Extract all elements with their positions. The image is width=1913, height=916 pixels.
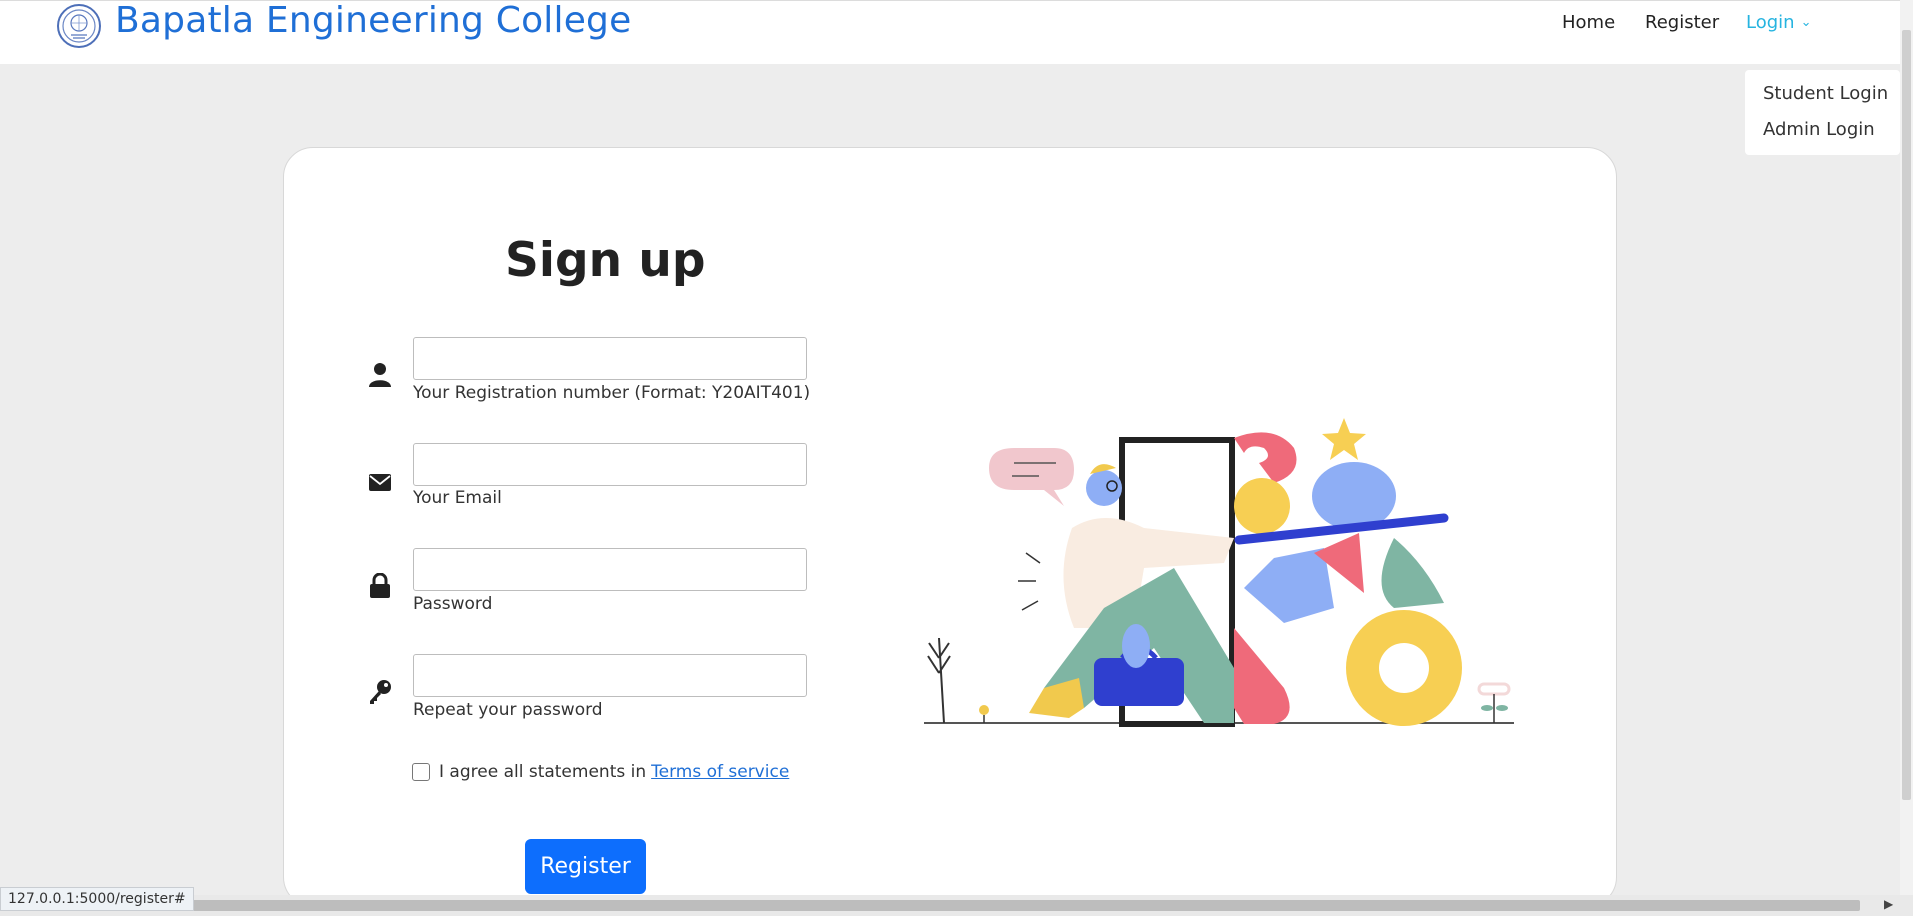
user-icon (369, 363, 391, 387)
status-bar-url: 127.0.0.1:5000/register# (0, 887, 194, 911)
register-button[interactable]: Register (525, 839, 646, 894)
terms-agreement: I agree all statements in Terms of servi… (412, 762, 789, 782)
vertical-scrollbar[interactable] (1900, 0, 1913, 895)
email-input[interactable] (413, 443, 807, 486)
repeat-password-hint: Repeat your password (413, 700, 603, 720)
horizontal-scrollbar[interactable]: ▶ (0, 895, 1913, 916)
nav-home-link[interactable]: Home (1562, 12, 1615, 34)
envelope-icon (369, 474, 391, 491)
key-icon (370, 680, 391, 704)
scroll-right-arrow-icon[interactable]: ▶ (1884, 897, 1893, 911)
horizontal-scrollbar-thumb[interactable] (0, 900, 1860, 911)
nav-login-label: Login (1746, 12, 1795, 33)
signup-card: Sign up Your Registration number (Format… (283, 147, 1617, 907)
login-dropdown-menu: Student Login Admin Login (1745, 70, 1900, 155)
vertical-scrollbar-thumb[interactable] (1902, 30, 1911, 800)
repeat-password-input[interactable] (413, 654, 807, 697)
registration-number-input[interactable] (413, 337, 807, 380)
nav-register-link[interactable]: Register (1645, 12, 1719, 34)
student-login-link[interactable]: Student Login (1763, 83, 1888, 105)
terms-checkbox[interactable] (412, 763, 430, 781)
email-hint: Your Email (413, 488, 502, 508)
terms-of-service-link[interactable]: Terms of service (651, 762, 789, 782)
registration-number-hint: Your Registration number (Format: Y20AIT… (413, 383, 811, 403)
college-logo-icon[interactable] (56, 3, 102, 49)
nav-login-dropdown-toggle[interactable]: Login ⌄ (1746, 12, 1811, 34)
password-hint: Password (413, 594, 493, 614)
terms-agreement-label: I agree all statements in (439, 762, 647, 782)
chevron-down-icon: ⌄ (1800, 15, 1812, 30)
signup-illustration (924, 418, 1514, 727)
password-input[interactable] (413, 548, 807, 591)
lock-icon (370, 573, 390, 598)
brand-title[interactable]: Bapatla Engineering College (115, 1, 631, 41)
navbar: Bapatla Engineering College Home Registe… (0, 0, 1913, 64)
admin-login-link[interactable]: Admin Login (1763, 119, 1875, 141)
page-title: Sign up (505, 233, 706, 288)
